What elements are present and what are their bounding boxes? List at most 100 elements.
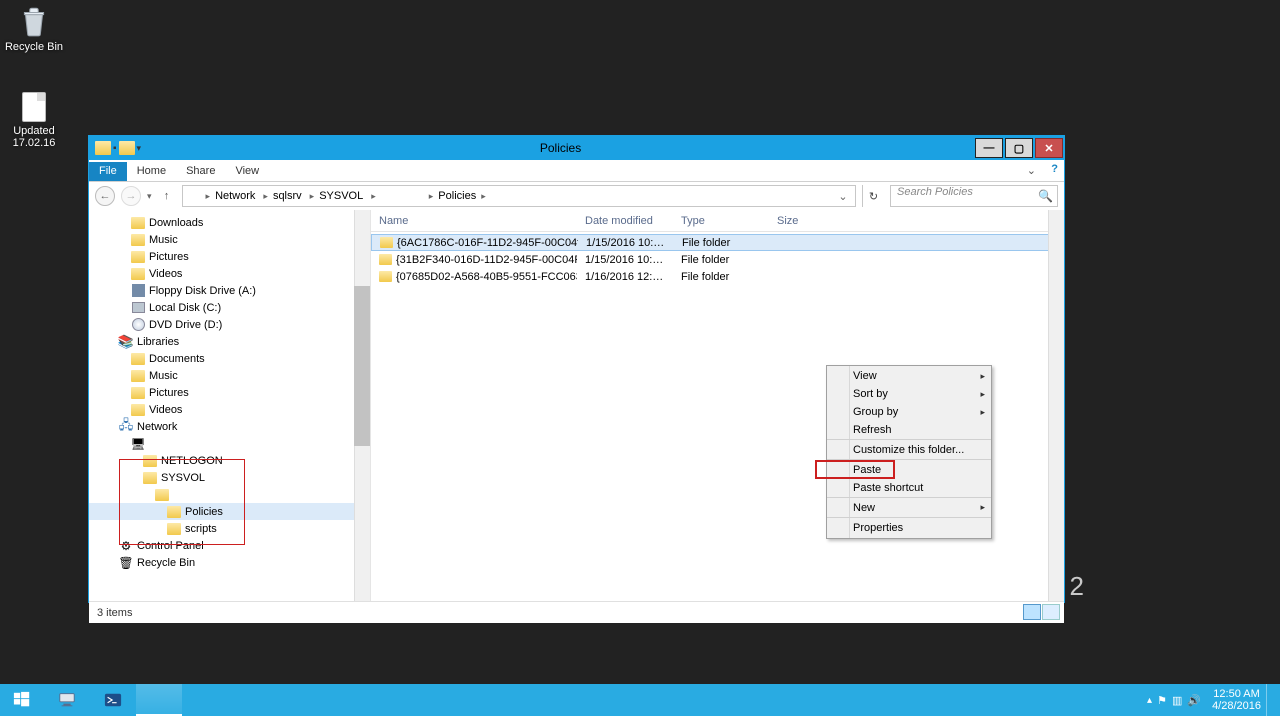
net-icon: 🖧: [118, 420, 134, 434]
tree-node[interactable]: SYSVOL: [89, 469, 370, 486]
ctx-group[interactable]: Group by▸: [827, 403, 991, 421]
ctx-paste[interactable]: Paste: [827, 461, 991, 479]
minimize-button[interactable]: —: [975, 138, 1003, 158]
folder-icon: [154, 488, 170, 502]
tree-node[interactable]: Policies: [89, 503, 370, 520]
window-title: Policies: [147, 141, 974, 155]
server-icon: [58, 691, 76, 709]
tree-node[interactable]: Floppy Disk Drive (A:): [89, 282, 370, 299]
tree-node[interactable]: 🖧Network: [89, 418, 370, 435]
close-button[interactable]: ✕: [1035, 138, 1063, 158]
column-headers[interactable]: Name Date modified Type Size: [371, 210, 1064, 232]
tree-node[interactable]: 📚Libraries: [89, 333, 370, 350]
tree-scroll-thumb[interactable]: [354, 286, 370, 446]
tray-network-icon[interactable]: ▥: [1172, 694, 1182, 707]
desktop-file-icon[interactable]: Updated 17.02.16: [4, 92, 64, 149]
tree-node[interactable]: Pictures: [89, 248, 370, 265]
content-scrollbar[interactable]: [1048, 210, 1064, 601]
tree-label: SYSVOL: [161, 472, 205, 484]
ribbon-collapse-icon[interactable]: ⌄: [1027, 164, 1036, 177]
ctx-view[interactable]: View▸: [827, 367, 991, 385]
ribbon-tab-home[interactable]: Home: [127, 162, 176, 181]
desktop-icon-label: Recycle Bin: [4, 41, 64, 53]
taskbar-powershell[interactable]: [90, 684, 136, 716]
tree-node[interactable]: ⚙Control Panel: [89, 537, 370, 554]
ctx-refresh[interactable]: Refresh: [827, 421, 991, 440]
nav-tree[interactable]: DownloadsMusicPicturesVideosFloppy Disk …: [89, 210, 371, 601]
taskbar-clock[interactable]: 12:50 AM 4/28/2016: [1212, 688, 1261, 712]
address-bar[interactable]: ▸Network ▸sqlsrv ▸SYSVOL ▸ ▸Policies▸ ⌄: [182, 185, 856, 207]
crumb[interactable]: Policies: [438, 190, 476, 202]
tree-label: Videos: [149, 404, 182, 416]
tree-label: Network: [137, 421, 177, 433]
ribbon-tab-view[interactable]: View: [225, 162, 269, 181]
tree-node[interactable]: 🗑Recycle Bin: [89, 554, 370, 571]
ribbon-tab-file[interactable]: File: [89, 162, 127, 181]
file-row[interactable]: {07685D02-A568-40B5-9551-FCC063EB33…1/16…: [371, 268, 1064, 285]
ribbon-tab-share[interactable]: Share: [176, 162, 225, 181]
start-button[interactable]: [0, 684, 44, 716]
tree-label: NETLOGON: [161, 455, 223, 467]
tree-node[interactable]: DVD Drive (D:): [89, 316, 370, 333]
refresh-button[interactable]: ↻: [862, 185, 884, 207]
tree-node[interactable]: Downloads: [89, 214, 370, 231]
file-list[interactable]: Name Date modified Type Size {6AC1786C-0…: [371, 210, 1064, 601]
up-button[interactable]: ↑: [158, 187, 176, 205]
tree-node[interactable]: NETLOGON: [89, 452, 370, 469]
file-row[interactable]: {6AC1786C-016F-11D2-945F-00C04fB984…1/15…: [371, 234, 1064, 251]
help-icon[interactable]: ?: [1051, 163, 1058, 175]
view-icons-button[interactable]: [1042, 604, 1060, 620]
taskbar-server-manager[interactable]: [44, 684, 90, 716]
taskbar[interactable]: ▴ ⚑ ▥ 🔊 12:50 AM 4/28/2016: [0, 684, 1280, 716]
folder-icon: [166, 505, 182, 519]
tray-volume-icon[interactable]: 🔊: [1187, 694, 1201, 707]
file-row[interactable]: {31B2F340-016D-11D2-945F-00C04FB984…1/15…: [371, 251, 1064, 268]
tree-node[interactable]: Local Disk (C:): [89, 299, 370, 316]
col-type[interactable]: Type: [673, 215, 769, 227]
view-details-button[interactable]: [1023, 604, 1041, 620]
crumb[interactable]: sqlsrv: [273, 190, 302, 202]
qat-drop-icon[interactable]: ▾: [137, 143, 142, 154]
crumb[interactable]: Network: [215, 190, 255, 202]
col-date[interactable]: Date modified: [577, 215, 673, 227]
forward-button[interactable]: →: [121, 186, 141, 206]
tree-label: Pictures: [149, 251, 189, 263]
tree-node[interactable]: scripts: [89, 520, 370, 537]
ctx-properties[interactable]: Properties: [827, 519, 991, 537]
tree-node[interactable]: Music: [89, 367, 370, 384]
maximize-button[interactable]: ▢: [1005, 138, 1033, 158]
ctx-paste-shortcut[interactable]: Paste shortcut: [827, 479, 991, 498]
folder-icon: [379, 254, 392, 265]
ctx-new[interactable]: New▸: [827, 499, 991, 518]
address-drop-icon[interactable]: ⌄: [835, 190, 851, 203]
ctx-customize[interactable]: Customize this folder...: [827, 441, 991, 460]
folder-icon: [130, 352, 146, 366]
system-tray[interactable]: ▴ ⚑ ▥ 🔊 12:50 AM 4/28/2016: [1141, 684, 1280, 716]
tree-node[interactable]: 🖥: [89, 435, 370, 452]
taskbar-explorer[interactable]: [136, 684, 182, 716]
tree-label: Pictures: [149, 387, 189, 399]
tree-label: Music: [149, 234, 178, 246]
desktop-icon-label: Updated 17.02.16: [4, 125, 64, 149]
search-input[interactable]: Search Policies 🔍: [890, 185, 1058, 207]
col-size[interactable]: Size: [769, 215, 829, 227]
desktop-recycle-bin[interactable]: Recycle Bin: [4, 4, 64, 53]
tree-node[interactable]: Pictures: [89, 384, 370, 401]
tray-up-icon[interactable]: ▴: [1147, 695, 1152, 706]
tray-flag-icon[interactable]: ⚑: [1157, 694, 1167, 707]
floppy-icon: [130, 284, 146, 298]
titlebar[interactable]: ▪ ▾ Policies — ▢ ✕: [89, 136, 1064, 160]
crumb[interactable]: SYSVOL: [319, 190, 363, 202]
submenu-arrow-icon: ▸: [980, 389, 985, 400]
history-drop-icon[interactable]: ▾: [147, 191, 152, 202]
back-button[interactable]: ←: [95, 186, 115, 206]
col-name[interactable]: Name: [371, 215, 577, 227]
file-type: File folder: [674, 237, 770, 249]
tree-node[interactable]: [89, 486, 370, 503]
document-icon: [22, 92, 46, 122]
tree-node[interactable]: Documents: [89, 350, 370, 367]
ctx-sort[interactable]: Sort by▸: [827, 385, 991, 403]
tree-node[interactable]: Music: [89, 231, 370, 248]
tree-node[interactable]: Videos: [89, 265, 370, 282]
show-desktop-button[interactable]: [1266, 684, 1274, 716]
